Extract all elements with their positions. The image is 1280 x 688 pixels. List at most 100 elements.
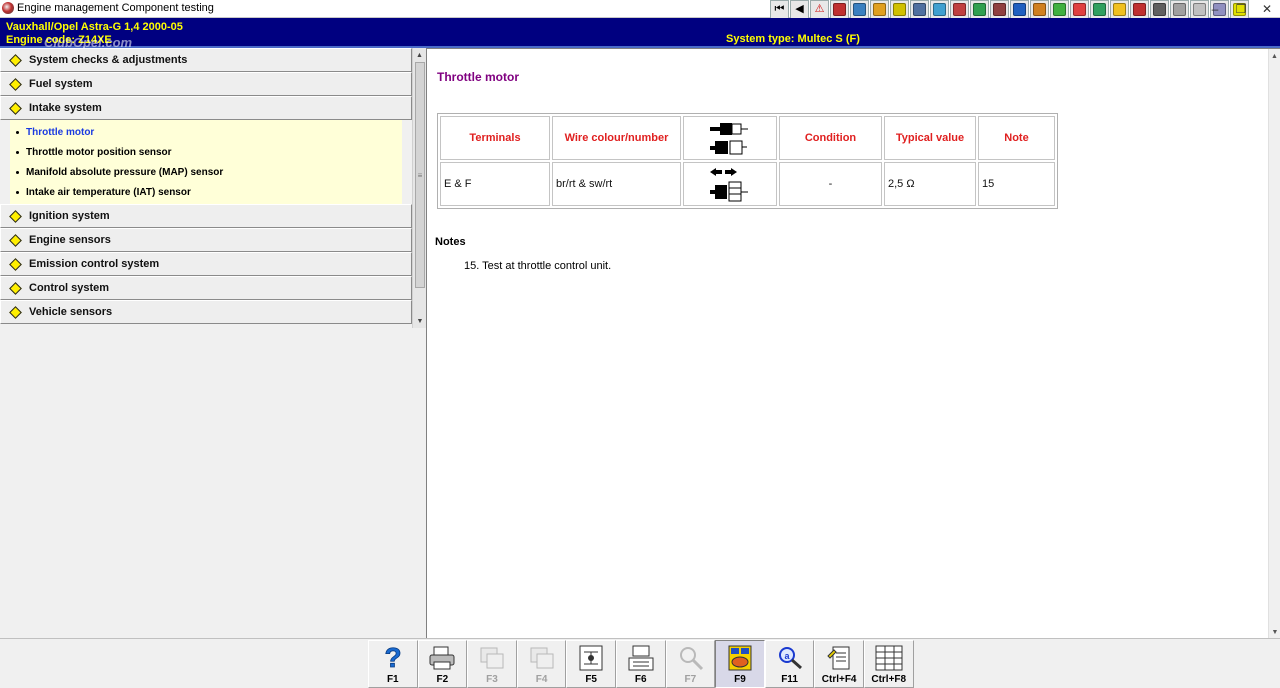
menu-category-5[interactable]: Emission control system [0, 252, 412, 276]
aircon-icon [1013, 3, 1026, 16]
function-key-f1[interactable]: ? F1 [368, 640, 418, 688]
close-button[interactable]: ✕ [1254, 0, 1280, 18]
toolbar-button-gear[interactable] [890, 0, 909, 19]
scroll-thumb[interactable]: ≡ [415, 62, 425, 288]
scroll-down-icon[interactable]: ▼ [1269, 625, 1280, 639]
menu-category-2[interactable]: Intake system [0, 96, 412, 120]
toolbar-button-car[interactable] [1130, 0, 1149, 19]
menu-scrollbar[interactable]: ▲ ≡ ▼ [412, 48, 426, 328]
toolbar-button-first-page[interactable]: ⏮ [770, 0, 789, 19]
toolbar-button-back[interactable]: ◀ [790, 0, 809, 19]
function-key-label: F9 [734, 674, 746, 685]
toolbar-button-warning[interactable]: ⚠ [810, 0, 829, 19]
function-key-label: Ctrl+F4 [821, 674, 857, 685]
diamond-icon [9, 209, 22, 223]
header-typical-value: Typical value [884, 116, 976, 160]
submenu-item-label: Manifold absolute pressure (MAP) sensor [26, 166, 224, 178]
submenu-item-label: Throttle motor position sensor [26, 146, 172, 158]
menu-category-1[interactable]: Fuel system [0, 72, 412, 96]
function-key-ctrl-f4[interactable]: Ctrl+F4 [814, 640, 864, 688]
toolbar: ⏮ ◀ ⚠ [770, 0, 1249, 20]
menu-category-6[interactable]: Control system [0, 276, 412, 300]
diamond-icon [9, 281, 22, 295]
brake-icon [993, 3, 1006, 16]
toolbar-button-lamp[interactable] [1070, 0, 1089, 19]
disconnect-plug-icon [710, 168, 748, 202]
toolbar-button-diagram[interactable] [850, 0, 869, 19]
menu-category-label: Intake system [29, 102, 102, 114]
expanded-diamond-icon [9, 101, 22, 115]
content-panel: Throttle motor Terminals Wire colour/num… [426, 48, 1280, 639]
menu-category-0[interactable]: System checks & adjustments [0, 48, 412, 72]
toolbar-button-wiring[interactable] [1090, 0, 1109, 19]
toolbar-button-electric[interactable] [1030, 0, 1049, 19]
toolbar-button-tool[interactable] [830, 0, 849, 19]
restore-button[interactable]: ❐ [1228, 0, 1254, 18]
warning-icon: ⚠ [814, 3, 825, 15]
toolbar-button-service[interactable] [1170, 0, 1189, 19]
scroll-up-icon[interactable]: ▲ [413, 48, 426, 62]
menu-category-label: Fuel system [29, 78, 93, 90]
toolbar-button-battery[interactable] [1050, 0, 1069, 19]
toolbar-button-engine[interactable] [870, 0, 889, 19]
menu-category-label: System checks & adjustments [29, 54, 188, 66]
toolbar-button-lift[interactable] [950, 0, 969, 19]
toolbar-button-brake[interactable] [990, 0, 1009, 19]
app-window: Engine management Component testing ⏮ ◀ ⚠ … [0, 0, 1280, 688]
window-title: Engine management Component testing [17, 2, 214, 14]
vehicle-label: Vauxhall/Opel Astra-G 1,4 2000-05 [6, 21, 183, 33]
submenu-item[interactable]: Manifold absolute pressure (MAP) sensor [10, 162, 402, 182]
category-menu: System checks & adjustments Fuel system In… [0, 48, 412, 328]
submenu-list: Throttle motor Throttle motor position se… [10, 120, 402, 204]
toolbar-button-measure[interactable] [930, 0, 949, 19]
toolbar-button-aircon[interactable] [1010, 0, 1029, 19]
function-key-f5[interactable]: F5 [566, 640, 616, 688]
function-key-bar: ? F1 F2 F3 F4 F5 F6 F7 F9 a F11 Ctrl+F4 Ctrl+F8 [0, 638, 1280, 688]
menu-category-7[interactable]: Vehicle sensors [0, 300, 412, 324]
menu-category-3[interactable]: Ignition system [0, 204, 412, 228]
submenu-item[interactable]: Throttle motor position sensor [10, 142, 402, 162]
sensor-icon [1113, 3, 1126, 16]
toolbar-button-sensor[interactable] [1110, 0, 1129, 19]
function-key-label: F5 [585, 674, 597, 685]
toolbar-button-info[interactable] [1150, 0, 1169, 19]
function-key-f4: F4 [516, 640, 567, 688]
function-key-f3: F3 [467, 640, 517, 688]
function-key-f11[interactable]: a F11 [764, 640, 815, 688]
scroll-down-icon[interactable]: ▼ [413, 314, 427, 328]
bullet-icon [16, 130, 19, 134]
oil-icon [973, 3, 986, 16]
diamond-icon [9, 305, 22, 319]
cell-condition: - [779, 162, 882, 206]
bullet-icon [16, 170, 19, 174]
submenu-item[interactable]: Intake air temperature (IAT) sensor [10, 182, 402, 202]
menu-category-label: Vehicle sensors [29, 306, 113, 318]
menu-category-label: Emission control system [29, 258, 160, 270]
submenu-item[interactable]: Throttle motor [10, 122, 402, 142]
diamond-icon [9, 257, 22, 271]
minimize-button[interactable]: – [1202, 0, 1228, 18]
submenu-item-label: Intake air temperature (IAT) sensor [26, 186, 191, 198]
service-icon [1173, 3, 1186, 16]
diamond-icon [9, 53, 22, 67]
function-key-f2[interactable]: F2 [417, 640, 468, 688]
function-key-f9[interactable]: F9 [715, 640, 765, 688]
title-bar: Engine management Component testing ⏮ ◀ ⚠ … [0, 0, 1280, 20]
cell-connector [683, 162, 777, 206]
menu-category-4[interactable]: Engine sensors [0, 228, 412, 252]
scroll-up-icon[interactable]: ▲ [1269, 49, 1280, 63]
function-key-ctrl-f8[interactable]: Ctrl+F8 [863, 640, 914, 688]
wiring-icon [1093, 3, 1106, 16]
function-key-f6[interactable]: F6 [615, 640, 666, 688]
vehicle-info-bar: Vauxhall/Opel Astra-G 1,4 2000-05 Engine… [0, 18, 1280, 50]
content-scrollbar[interactable]: ▲ ▼ [1268, 49, 1280, 639]
probe-icon [675, 643, 705, 673]
cell-wire-colour: br/rt & sw/rt [552, 162, 681, 206]
toolbar-button-oil[interactable] [970, 0, 989, 19]
function-key-label: F4 [535, 674, 548, 685]
toolbar-button-wheel[interactable] [910, 0, 929, 19]
lift-icon [953, 3, 966, 16]
car-icon [1133, 3, 1146, 16]
function-key-label: F7 [684, 674, 697, 685]
function-key-label: F3 [486, 674, 498, 685]
